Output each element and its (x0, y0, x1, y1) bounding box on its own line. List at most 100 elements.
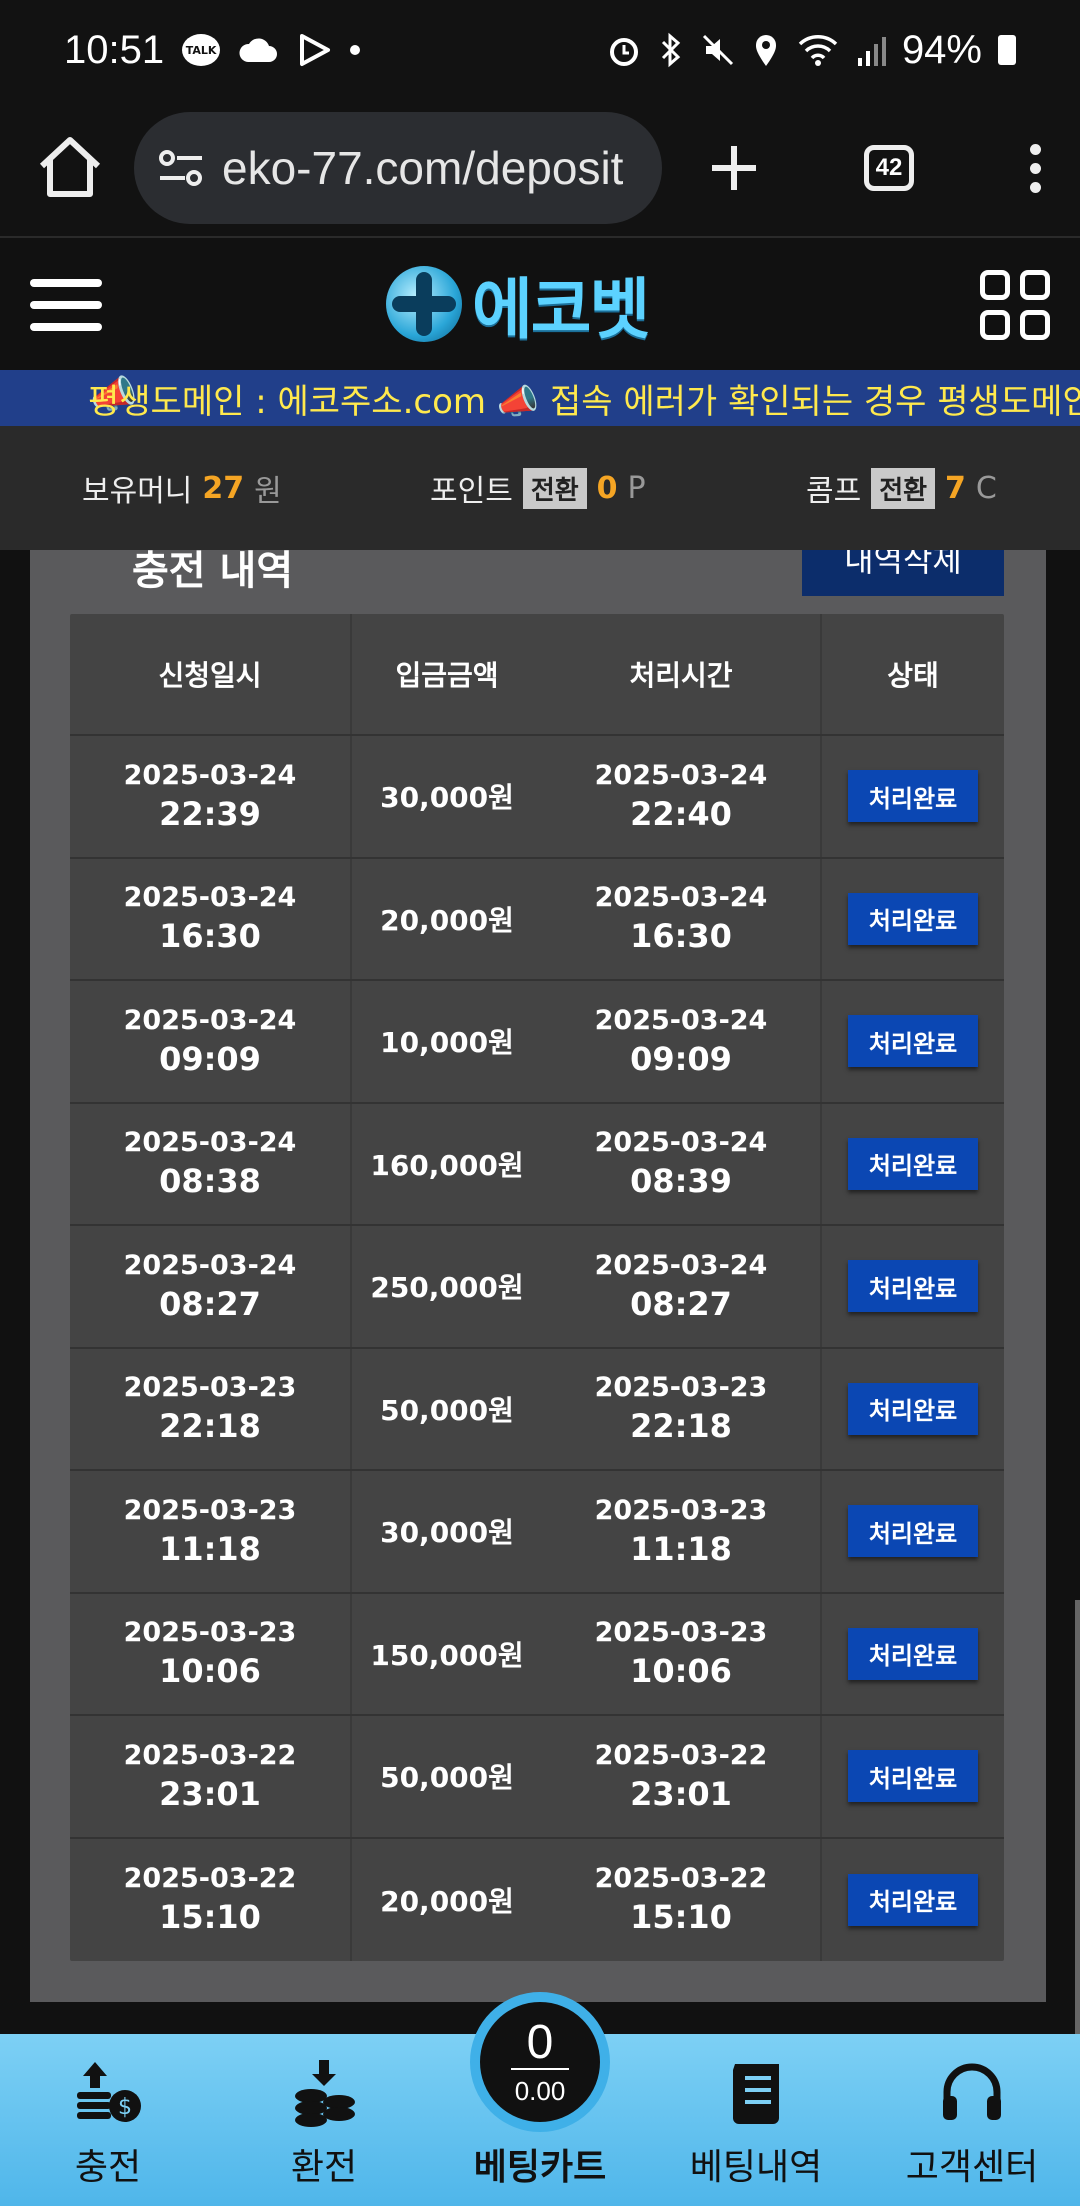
request-datetime: 2025-03-23 10:06 (70, 1593, 352, 1714)
address-bar[interactable]: eko-77.com/deposit (134, 112, 662, 224)
status-badge[interactable]: 처리완료 (848, 1260, 978, 1313)
site-logo[interactable]: 에코벳 (386, 262, 650, 348)
nav-withdraw[interactable]: 환전 (216, 2034, 432, 2206)
point-convert-button[interactable]: 전환 (522, 467, 587, 509)
logo-text: 에코벳 (472, 271, 650, 348)
site-settings-icon[interactable] (158, 148, 204, 188)
processed-time: 11:18 (630, 1529, 732, 1568)
deposit-amount: 160,000원 (370, 1148, 524, 1182)
processed-datetime: 2025-03-24 09:09 (542, 981, 822, 1102)
request-time: 22:39 (159, 794, 261, 833)
processed-date: 2025-03-23 (594, 1372, 768, 1404)
deposit-amount-cell: 50,000원 (352, 1716, 542, 1837)
table-row: 2025-03-23 10:06 150,000원 2025-03-23 10:06 처리… (70, 1593, 1004, 1716)
deposit-amount: 50,000원 (380, 1761, 514, 1795)
point-unit: P (627, 470, 646, 506)
processed-date: 2025-03-22 (594, 1739, 768, 1771)
page-scrollbar[interactable] (1075, 1600, 1080, 2040)
withdraw-icon (295, 2060, 355, 2127)
bet-cart-button[interactable]: 0 0.00 (470, 1992, 610, 2132)
processed-date: 2025-03-24 (594, 1004, 768, 1036)
request-time: 08:38 (159, 1162, 261, 1201)
hamburger-icon[interactable] (30, 279, 102, 331)
request-datetime: 2025-03-24 22:39 (70, 736, 352, 857)
status-cell: 처리완료 (822, 1471, 1004, 1592)
nav-bet-history[interactable]: 베팅내역 (648, 2034, 864, 2206)
battery-percent: 94% (901, 27, 982, 72)
browser-toolbar: eko-77.com/deposit 42 (0, 100, 1080, 238)
cart-count: 0 (510, 2017, 570, 2070)
mute-icon (702, 34, 733, 66)
table-body: 2025-03-24 22:39 30,000원 2025-03-24 22:40 처리완… (70, 736, 1004, 1961)
deposit-amount: 30,000원 (380, 1516, 514, 1550)
status-cell: 처리완료 (822, 736, 1004, 857)
status-badge[interactable]: 처리완료 (848, 1873, 978, 1926)
status-badge[interactable]: 처리완료 (848, 1627, 978, 1680)
url-text: eko-77.com/deposit (222, 142, 624, 194)
comp: 콤프 전환 7 C (806, 466, 997, 510)
nav-deposit[interactable]: $ 충전 (0, 2034, 216, 2206)
request-time: 11:18 (159, 1529, 261, 1568)
page-title: 충전 내역 (132, 548, 294, 594)
request-date: 2025-03-24 (123, 1249, 297, 1281)
request-datetime: 2025-03-23 11:18 (70, 1471, 352, 1592)
deposit-amount: 20,000원 (380, 903, 514, 937)
request-date: 2025-03-24 (123, 759, 297, 791)
processed-time: 10:06 (630, 1652, 732, 1691)
tab-switcher-button[interactable]: 42 (864, 145, 914, 191)
request-datetime: 2025-03-23 22:18 (70, 1348, 352, 1469)
processed-date: 2025-03-24 (594, 1249, 768, 1281)
status-badge[interactable]: 처리완료 (848, 1015, 978, 1068)
deposit-amount-cell: 30,000원 (352, 1471, 542, 1592)
deposit-amount: 30,000원 (380, 781, 514, 815)
processed-datetime: 2025-03-24 08:27 (542, 1226, 822, 1347)
location-icon (755, 35, 776, 66)
header-amount: 입금금액 (395, 659, 499, 692)
request-date: 2025-03-22 (123, 1739, 297, 1771)
svg-text:$: $ (118, 2095, 132, 2120)
comp-value: 7 (945, 470, 966, 506)
status-badge[interactable]: 처리완료 (848, 1137, 978, 1190)
processed-date: 2025-03-22 (594, 1863, 768, 1895)
comp-convert-button[interactable]: 전환 (871, 467, 936, 509)
processed-datetime: 2025-03-22 15:10 (542, 1838, 822, 1961)
play-store-icon (300, 34, 331, 66)
header-processed-time: 처리시간 (542, 614, 822, 734)
table-row: 2025-03-22 15:10 20,000원 2025-03-22 15:10 처리완… (70, 1838, 1004, 1962)
status-cell: 처리완료 (822, 1839, 1004, 1962)
processed-datetime: 2025-03-23 11:18 (542, 1471, 822, 1592)
nav-withdraw-label: 환전 (290, 2147, 358, 2188)
status-badge[interactable]: 처리완료 (848, 770, 978, 823)
status-badge[interactable]: 처리완료 (848, 892, 978, 945)
grid-menu-icon[interactable] (980, 270, 1050, 340)
request-datetime: 2025-03-24 09:09 (70, 981, 352, 1102)
status-badge[interactable]: 처리완료 (848, 1382, 978, 1435)
processed-time: 23:01 (630, 1774, 732, 1813)
plus-icon[interactable] (704, 138, 764, 198)
table-row: 2025-03-23 11:18 30,000원 2025-03-23 11:18 처리완… (70, 1471, 1004, 1594)
deposit-amount: 150,000원 (370, 1638, 524, 1672)
home-icon[interactable] (28, 126, 112, 210)
nav-support[interactable]: 고객센터 (864, 2034, 1080, 2206)
deposit-amount-cell: 50,000원 (352, 1349, 542, 1470)
nav-cart-label: 베팅카트 (473, 2147, 607, 2188)
deposit-amount: 50,000원 (380, 1393, 514, 1427)
processed-time: 09:09 (630, 1039, 732, 1078)
headset-icon (943, 2063, 1001, 2120)
processed-date: 2025-03-24 (594, 1127, 768, 1159)
status-badge[interactable]: 처리완료 (848, 1750, 978, 1803)
kebab-menu-icon[interactable] (1030, 143, 1041, 193)
table-row: 2025-03-24 08:38 160,000원 2025-03-24 08:39 처리… (70, 1103, 1004, 1226)
logo-mark (386, 266, 462, 342)
request-datetime: 2025-03-24 16:30 (70, 858, 352, 979)
status-badge[interactable]: 처리완료 (848, 1505, 978, 1558)
points: 포인트 전환 0 P (430, 466, 646, 510)
request-date: 2025-03-23 (123, 1617, 297, 1649)
delete-history-button[interactable]: 내역삭제 (802, 550, 1004, 596)
deposit-table: 신청일시 입금금액 처리시간 상태 2025-03-24 22:39 30,000원… (70, 614, 1004, 1961)
deposit-amount-cell: 30,000원 (352, 736, 542, 857)
request-time: 22:18 (159, 1407, 261, 1446)
request-time: 10:06 (159, 1652, 261, 1691)
processed-time: 15:10 (630, 1898, 732, 1937)
site-header: 에코벳 (0, 240, 1080, 370)
